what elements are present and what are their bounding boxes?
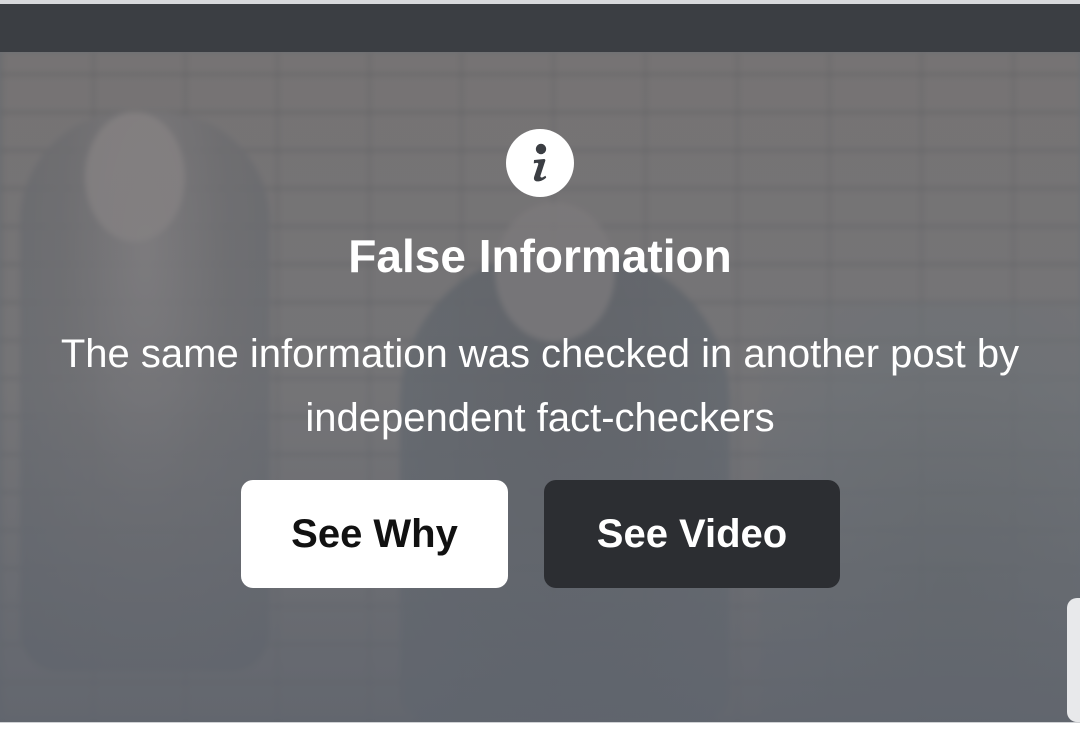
see-why-button[interactable]: See Why (241, 480, 508, 588)
info-icon (506, 129, 574, 197)
overlay-title: False Information (348, 230, 732, 282)
info-icon-glyph (533, 143, 547, 182)
screen: False Information The same information w… (0, 0, 1080, 729)
side-scroll-tab[interactable] (1067, 598, 1080, 722)
overlay-message: The same information was checked in anot… (60, 332, 1020, 440)
fact-check-overlay: False Information The same information w… (0, 52, 1080, 722)
top-bar (0, 4, 1080, 52)
overlay-content: False Information The same information w… (0, 52, 1080, 722)
bottom-edge (0, 722, 1080, 729)
see-video-button[interactable]: See Video (544, 480, 840, 588)
